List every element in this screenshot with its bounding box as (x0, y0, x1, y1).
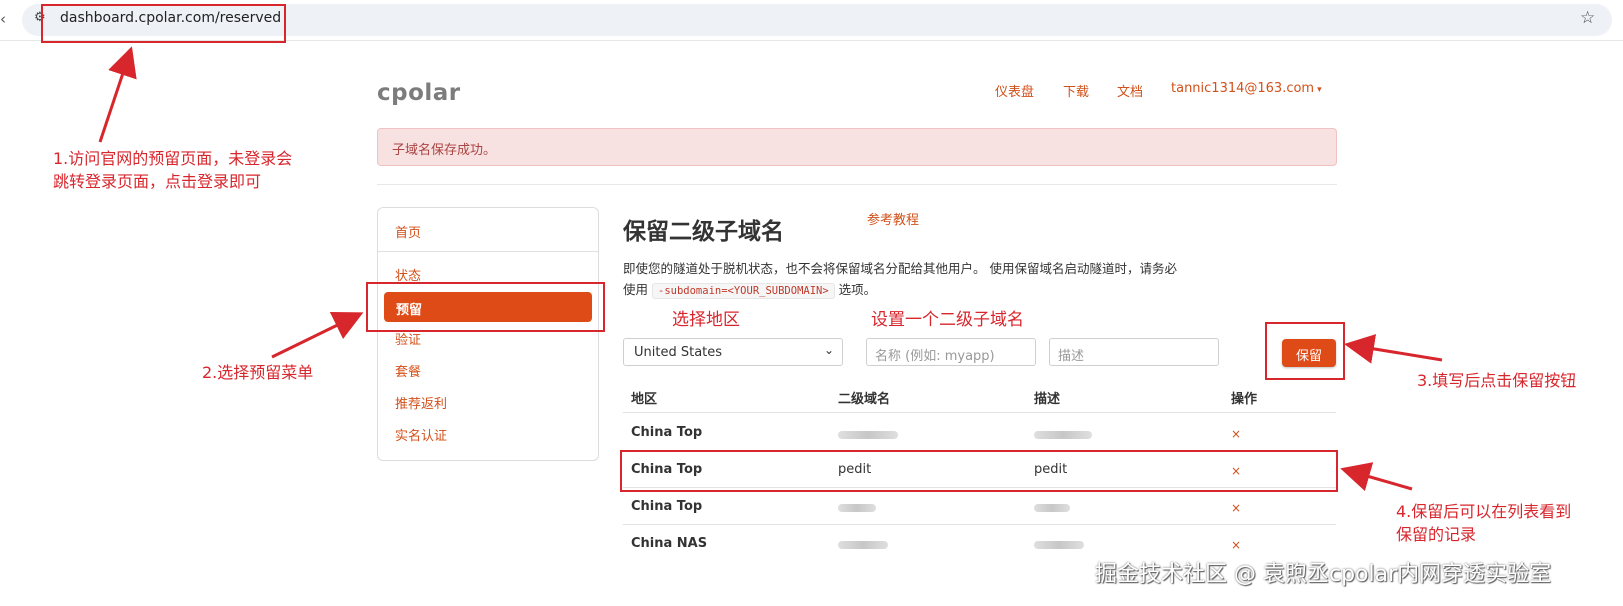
watermark: 掘金技术社区 @ 袁煦丞cpolar内网穿透实验室 (1095, 562, 1552, 587)
annotation-set-subdomain: 设置一个二级子域名 (871, 310, 1024, 330)
annotation-step4-line1: 4.保留后可以在列表看到 (1396, 502, 1572, 521)
annotation-step3: 3.填写后点击保留按钮 (1417, 371, 1577, 390)
annotation-step1-line2: 跳转登录页面，点击登录即可 (53, 172, 262, 191)
annotation-step2: 2.选择预留菜单 (202, 363, 314, 382)
arrow-to-url (98, 46, 137, 143)
arrow-to-save-button (1344, 334, 1443, 364)
annotation-step1-line1: 1.访问官网的预留页面，未登录会 (53, 149, 293, 168)
annotation-arrows (98, 46, 1443, 492)
annotation-step1: 1.访问官网的预留页面，未登录会 跳转登录页面，点击登录即可 (53, 147, 292, 193)
annotation-select-region: 选择地区 (672, 310, 740, 330)
arrow-to-record (1340, 462, 1413, 492)
annotation-step4: 4.保留后可以在列表看到 保留的记录 (1396, 500, 1571, 546)
arrow-to-menu (271, 312, 364, 359)
annotation-step4-line2: 保留的记录 (1396, 525, 1477, 544)
